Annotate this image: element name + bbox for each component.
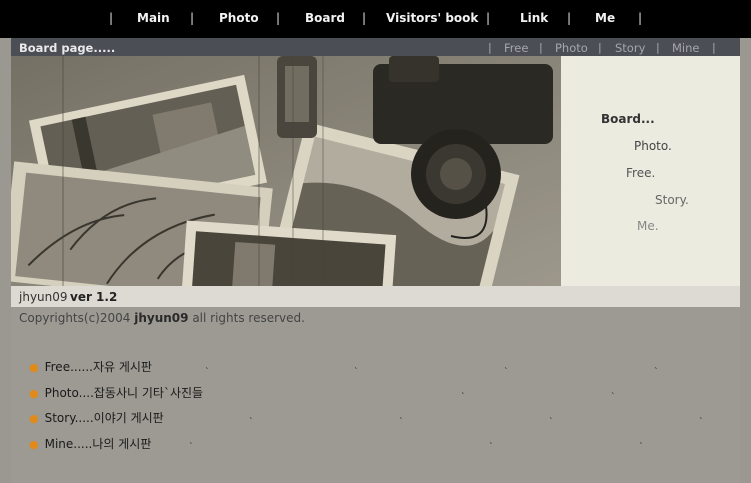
- content-area: Copyrights(c)2004 jhyun09 all rights res…: [11, 307, 740, 483]
- nav-separator: |: [567, 11, 572, 25]
- side-menu-story[interactable]: Story.: [655, 193, 689, 207]
- texture-speck: ˎ: [504, 360, 509, 370]
- texture-speck: ˎ: [461, 385, 466, 395]
- side-menu-photo[interactable]: Photo.: [634, 139, 672, 153]
- subnav-separator: |: [539, 41, 543, 54]
- nav-photo-link[interactable]: Photo: [219, 11, 259, 25]
- texture-speck: ˎ: [639, 435, 644, 445]
- nav-board-link[interactable]: Board: [305, 11, 345, 25]
- board-list-label: Story.....이야기 게시판: [44, 411, 164, 425]
- texture-speck: ˎ: [489, 435, 494, 445]
- texture-speck: ˎ: [611, 385, 616, 395]
- version-label: ver 1.2: [70, 290, 118, 304]
- nav-separator: |: [190, 11, 195, 25]
- texture-speck: ˎ: [549, 410, 554, 420]
- texture-speck: ˎ: [399, 410, 404, 420]
- subnav-free-link[interactable]: Free: [504, 41, 528, 55]
- copyright-suffix: all rights reserved.: [192, 311, 305, 325]
- board-list-item-story[interactable]: ● Story.....이야기 게시판: [29, 409, 164, 426]
- side-menu: Board... Photo. Free. Story. Me.: [561, 56, 740, 286]
- copyright-owner: jhyun09: [134, 311, 189, 325]
- nav-visitors-book-link[interactable]: Visitors' book: [386, 11, 478, 25]
- board-list-item-photo[interactable]: ● Photo....잡동사니 기타`사진들: [29, 384, 203, 401]
- subnav-separator: |: [712, 41, 716, 54]
- nav-separator: |: [109, 11, 114, 25]
- nav-me-link[interactable]: Me: [595, 11, 615, 25]
- photo-collage-image: [11, 56, 561, 286]
- copyright-text: Copyrights(c)2004 jhyun09 all rights res…: [19, 311, 305, 325]
- subnav-photo-link[interactable]: Photo: [555, 41, 588, 55]
- texture-speck: ˎ: [205, 360, 210, 370]
- nav-separator: |: [638, 11, 643, 25]
- author-name: jhyun09: [19, 290, 68, 304]
- texture-speck: ˎ: [354, 360, 359, 370]
- texture-speck: ˎ: [249, 410, 254, 420]
- side-menu-board[interactable]: Board...: [601, 112, 655, 126]
- subnav-story-link[interactable]: Story: [615, 41, 645, 55]
- texture-speck: ˎ: [699, 410, 704, 420]
- subnav-separator: |: [598, 41, 602, 54]
- page-title: Board page.....: [19, 41, 116, 55]
- header-photo: [11, 56, 561, 286]
- bullet-icon: ●: [29, 387, 39, 400]
- sub-nav-bar: Board page..... | Free | Photo | Story |…: [11, 38, 740, 56]
- board-list-label: Free......자유 게시판: [44, 360, 152, 374]
- nav-separator: |: [276, 11, 281, 25]
- nav-separator: |: [486, 11, 491, 25]
- texture-speck: ˎ: [189, 435, 194, 445]
- info-bar: jhyun09 ver 1.2: [11, 286, 740, 307]
- board-list-item-free[interactable]: ● Free......자유 게시판: [29, 358, 152, 375]
- side-menu-me[interactable]: Me.: [637, 219, 659, 233]
- bullet-icon: ●: [29, 438, 39, 451]
- side-menu-free[interactable]: Free.: [626, 166, 655, 180]
- subnav-separator: |: [488, 41, 492, 54]
- texture-speck: ˎ: [654, 360, 659, 370]
- board-list-item-mine[interactable]: ● Mine.....나의 게시판: [29, 435, 151, 452]
- nav-link-link[interactable]: Link: [520, 11, 548, 25]
- bullet-icon: ●: [29, 361, 39, 374]
- top-nav-bar: | Main | Photo | Board | Visitors' book …: [0, 0, 751, 38]
- board-list-label: Mine.....나의 게시판: [44, 437, 152, 451]
- subnav-separator: |: [656, 41, 660, 54]
- nav-separator: |: [362, 11, 367, 25]
- subnav-mine-link[interactable]: Mine: [672, 41, 699, 55]
- copyright-prefix: Copyrights(c)2004: [19, 311, 131, 325]
- board-list-label: Photo....잡동사니 기타`사진들: [44, 386, 204, 400]
- bullet-icon: ●: [29, 412, 39, 425]
- nav-main-link[interactable]: Main: [137, 11, 170, 25]
